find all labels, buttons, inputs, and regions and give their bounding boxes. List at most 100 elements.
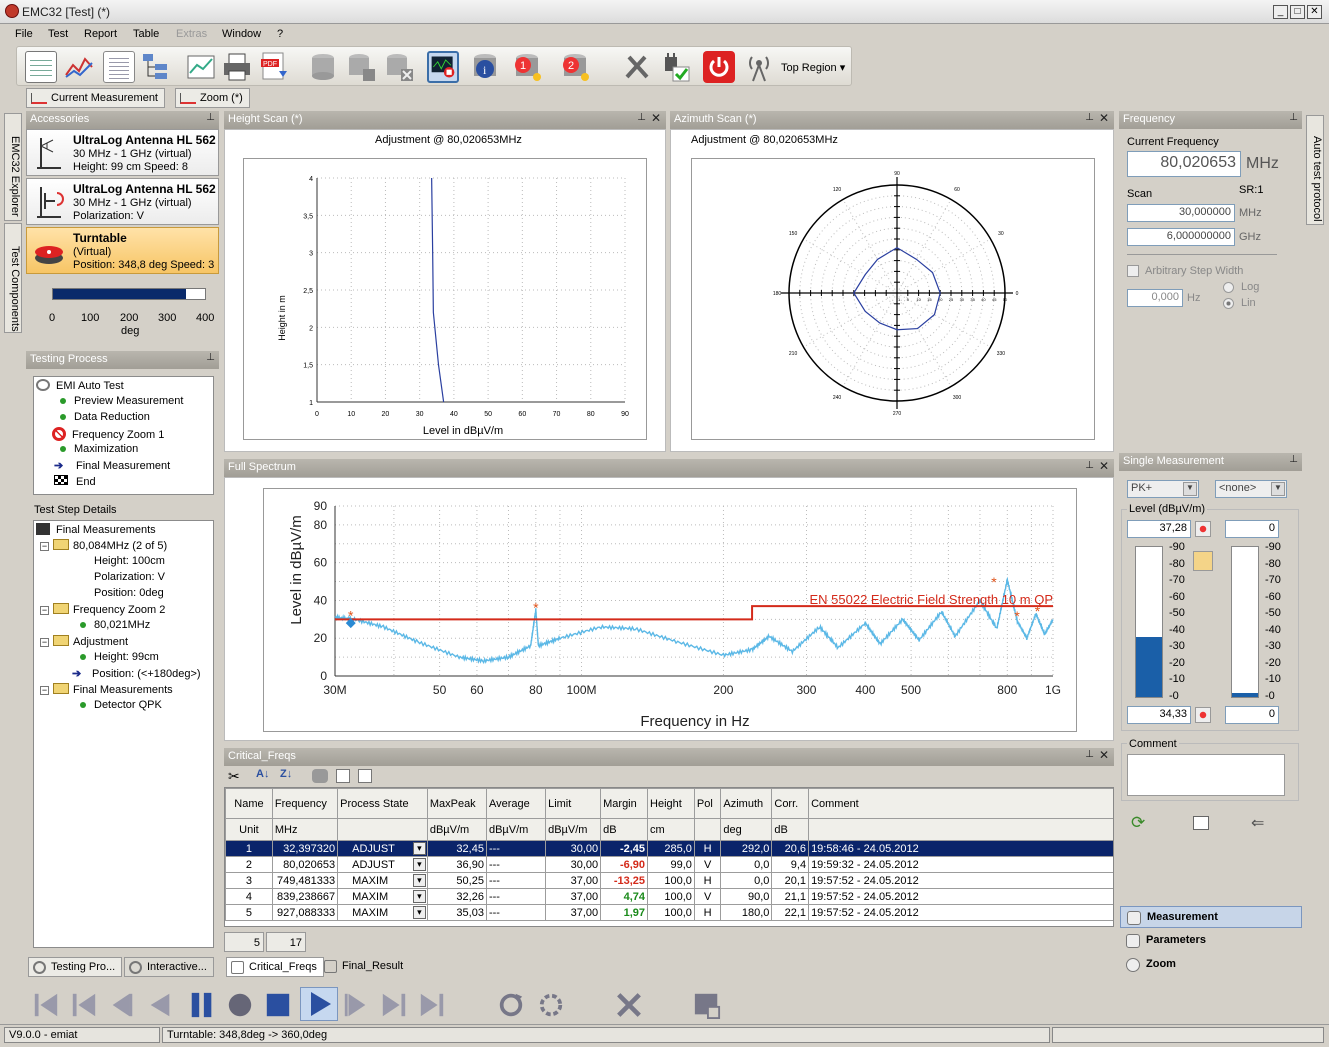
pdf-export-icon[interactable]: PDF <box>259 51 291 83</box>
reverse-play-icon[interactable] <box>146 991 174 1019</box>
detail-frequency-node[interactable]: − 80,084MHz (2 of 5) <box>40 539 167 552</box>
close-icon[interactable]: ✕ <box>1099 459 1109 473</box>
folder-export-icon[interactable] <box>1193 551 1213 571</box>
tab-zoom[interactable]: Zoom (*) <box>175 88 250 108</box>
repeat-icon[interactable] <box>496 991 526 1019</box>
detector-select[interactable]: PK+ ▼ <box>1127 480 1199 498</box>
detail-detector[interactable]: Detector QPK <box>80 699 162 711</box>
stop-icon[interactable] <box>264 991 292 1019</box>
comment-input[interactable] <box>1127 754 1285 796</box>
skip-forward-icon[interactable] <box>380 991 408 1019</box>
detail-adjustment[interactable]: − Adjustment <box>40 635 128 648</box>
info-icon[interactable]: i <box>469 51 501 83</box>
busy-icon[interactable] <box>536 991 566 1019</box>
table-row[interactable]: 4 839,238667 MAXIM ▾ 32,26 --- 37,00 4,74 100,0 V… <box>225 888 1113 905</box>
pin-icon[interactable]: ⊥ <box>1085 112 1094 123</box>
chevron-down-icon[interactable]: ▾ <box>412 890 426 903</box>
chevron-down-icon[interactable]: ▾ <box>412 906 426 919</box>
menu-extras[interactable]: Extras <box>176 28 207 40</box>
arrow-left-icon[interactable]: ⇐ <box>1251 813 1264 833</box>
step-final-measurement[interactable]: ➔ Final Measurement <box>54 459 170 472</box>
power-icon[interactable] <box>703 51 735 83</box>
menu-test[interactable]: Test <box>48 28 68 40</box>
table-row[interactable]: 2 80,020653 ADJUST ▾ 36,90 --- 30,00 -6,90 99,0 V… <box>225 856 1113 873</box>
accessory-turntable[interactable]: Turntable (Virtual) Position: 348,8 deg … <box>26 227 219 274</box>
sort-ascending-icon[interactable]: A↓ <box>256 768 269 780</box>
accessory-antenna-height[interactable]: UltraLog Antenna HL 562 30 MHz - 1 GHz (… <box>26 129 219 176</box>
record-icon[interactable] <box>226 991 254 1019</box>
step-back-icon[interactable] <box>108 991 136 1019</box>
region-dropdown[interactable]: Top Region ▾ <box>781 61 845 74</box>
record-icon[interactable] <box>1195 521 1211 537</box>
report-icon[interactable] <box>103 51 135 83</box>
data-table-icon[interactable] <box>25 51 57 83</box>
tab-testing-process[interactable]: Testing Pro... <box>28 957 123 977</box>
close-icon[interactable]: ✕ <box>1099 111 1109 125</box>
skip-to-end-icon[interactable] <box>418 991 446 1019</box>
second-detector-select[interactable]: <none> ▼ <box>1215 480 1287 498</box>
accessory-antenna-polarization[interactable]: UltraLog Antenna HL 562 30 MHz - 1 GHz (… <box>26 178 219 225</box>
collapse-icon[interactable]: − <box>40 542 49 551</box>
minimize-button[interactable]: _ <box>1273 5 1288 19</box>
pin-icon[interactable]: ⊥ <box>1085 749 1094 760</box>
database-2-icon[interactable]: 2 <box>559 51 591 83</box>
step-back-start-icon[interactable] <box>70 991 98 1019</box>
table-row[interactable]: 3 749,481333 MAXIM ▾ 50,25 --- 37,00 -13,25 100,… <box>225 872 1113 889</box>
step-maximization[interactable]: Maximization <box>60 443 138 455</box>
pin-icon[interactable]: ⊥ <box>1085 460 1094 471</box>
export-icon[interactable] <box>336 769 350 783</box>
step-end[interactable]: End <box>54 475 96 488</box>
collapse-icon[interactable]: − <box>40 686 49 695</box>
record-icon[interactable] <box>1195 707 1211 723</box>
current-frequency-field[interactable]: 80,020653 <box>1127 151 1241 177</box>
chevron-down-icon[interactable]: ▾ <box>412 874 426 887</box>
pause-icon[interactable] <box>188 991 216 1019</box>
close-icon[interactable]: ✕ <box>651 111 661 125</box>
tab-interactive[interactable]: Interactive... <box>124 957 214 977</box>
step-forward-icon[interactable] <box>342 991 370 1019</box>
close-button[interactable]: ✕ <box>1307 5 1322 19</box>
tab-critical-freqs[interactable]: Critical_Freqs <box>226 957 324 977</box>
menu-help[interactable]: ? <box>277 28 283 40</box>
detail-final-measurements[interactable]: Final Measurements <box>36 523 156 536</box>
tab-current-measurement[interactable]: Current Measurement <box>26 88 165 108</box>
database-close-icon[interactable] <box>383 51 415 83</box>
menu-table[interactable]: Table <box>133 28 159 40</box>
detail-zoom-frequency[interactable]: 80,021MHz <box>80 619 150 631</box>
menu-file[interactable]: File <box>15 28 33 40</box>
save-screen-icon[interactable] <box>1193 816 1209 830</box>
chevron-down-icon[interactable]: ▾ <box>412 858 426 871</box>
window-icon[interactable] <box>692 991 722 1019</box>
tree-icon[interactable] <box>139 51 171 83</box>
cut-icon[interactable]: ✂ <box>228 768 240 785</box>
skip-to-start-icon[interactable] <box>32 991 60 1019</box>
pin-icon[interactable]: ⊥ <box>206 352 215 363</box>
collapse-icon[interactable]: − <box>40 606 49 615</box>
database-icon[interactable] <box>307 51 339 83</box>
table-row[interactable]: 1 32,397320 ADJUST ▾ 32,45 --- 30,00 -2,45 285,0… <box>225 840 1113 857</box>
step-frequency-zoom[interactable]: Frequency Zoom 1 <box>52 427 164 441</box>
detail-adjust-height[interactable]: Height: 99cm <box>80 651 159 663</box>
collapse-icon[interactable]: − <box>40 638 49 647</box>
detail-adjust-position[interactable]: ➔ Position: (<+180deg>) <box>72 667 201 680</box>
tools-icon[interactable] <box>621 51 653 83</box>
maximize-button[interactable]: □ <box>1290 5 1305 19</box>
step-data-reduction[interactable]: Data Reduction <box>60 411 150 423</box>
arbitrary-step-field[interactable]: 0,000 <box>1127 289 1183 307</box>
menu-window[interactable]: Window <box>222 28 261 40</box>
detail-frequency-zoom[interactable]: − Frequency Zoom 2 <box>40 603 165 616</box>
step-preview-measurement[interactable]: Preview Measurement <box>60 395 183 407</box>
side-tab-auto-test-protocol[interactable]: Auto test protocol <box>1306 115 1324 225</box>
play-button[interactable] <box>300 987 338 1021</box>
refresh-icon[interactable]: ⟳ <box>1131 813 1145 833</box>
nav-parameters[interactable]: Parameters <box>1120 930 1302 952</box>
nav-zoom[interactable]: Zoom <box>1120 954 1302 976</box>
close-icon[interactable]: ✕ <box>1099 748 1109 762</box>
cancel-icon[interactable] <box>614 991 644 1019</box>
lin-radio[interactable] <box>1223 298 1234 309</box>
pin-icon[interactable]: ⊥ <box>1289 454 1298 465</box>
arbitrary-step-checkbox[interactable] <box>1127 265 1139 277</box>
sort-descending-icon[interactable]: Z↓ <box>280 768 292 780</box>
antenna-icon[interactable] <box>743 51 775 83</box>
import-icon[interactable] <box>358 769 372 783</box>
